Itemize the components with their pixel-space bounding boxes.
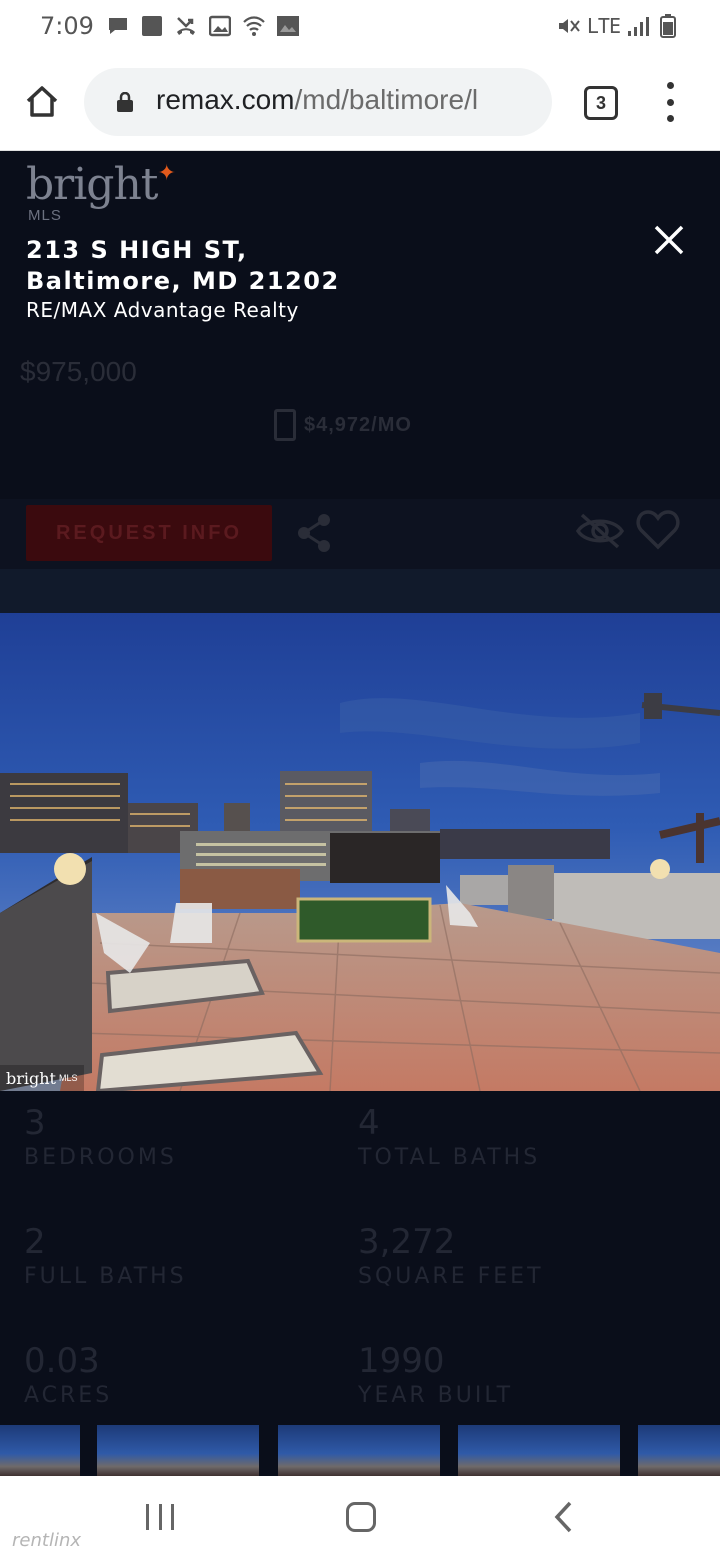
signal-icon [626, 14, 650, 38]
tab-switcher-button[interactable]: 3 [584, 86, 618, 120]
stat-value: 4 [358, 1103, 380, 1143]
stat-value: 0.03 [24, 1341, 100, 1381]
more-dot-icon [666, 115, 674, 122]
close-lightbox-button[interactable] [652, 223, 686, 257]
stat-label: TOTAL BATHS [358, 1145, 541, 1170]
stat-label: BEDROOMS [24, 1145, 177, 1170]
listing-price: $975,000 [20, 356, 137, 387]
request-info-button[interactable]: REQUEST INFO [26, 505, 272, 561]
browser-menu-button[interactable] [658, 82, 682, 122]
back-chevron-icon [554, 1501, 572, 1533]
address-bar[interactable]: remax.com/md/baltimore/l [84, 68, 552, 136]
listing-header: 213 S HIGH ST, Baltimore, MD 21202 RE/MA… [26, 235, 340, 322]
stat-acres: 0.03 ACRES [24, 1341, 112, 1408]
monthly-payment-value: $4,972/MO [304, 413, 412, 436]
url-text: remax.com/md/baltimore/l [156, 84, 478, 116]
wifi-calling-icon [242, 14, 266, 38]
more-dot-icon [666, 98, 674, 106]
rentlinx-watermark: rentlinx [12, 1530, 82, 1551]
system-icons: LTE [557, 14, 680, 38]
more-dot-icon [666, 82, 674, 89]
recents-bar-icon [171, 1504, 174, 1530]
photo-thumbnail[interactable] [458, 1425, 620, 1476]
stat-square-feet: 3,272 SQUARE FEET [358, 1222, 544, 1289]
thumbnail-strip [0, 1425, 720, 1476]
address-line-1: 213 S HIGH ST, [26, 236, 248, 264]
share-icon[interactable] [296, 513, 332, 553]
photo-watermark-brand: bright [6, 1068, 56, 1088]
home-button[interactable] [22, 82, 62, 122]
image-icon [208, 14, 232, 38]
address-line-2: Baltimore, MD 21202 [26, 267, 340, 295]
back-button[interactable] [552, 1500, 576, 1534]
lte-icon: LTE [586, 14, 621, 38]
url-domain: remax.com [156, 84, 295, 115]
mute-icon [557, 14, 581, 38]
photo-thumbnail[interactable] [278, 1425, 440, 1476]
stat-value: 3 [24, 1103, 46, 1143]
recents-bar-icon [158, 1504, 162, 1530]
stat-bedrooms: 3 BEDROOMS [24, 1103, 177, 1170]
photo-thumbnail[interactable] [0, 1425, 80, 1476]
photo-icon [276, 14, 300, 38]
browser-toolbar: remax.com/md/baltimore/l 3 [0, 56, 720, 151]
stat-full-baths: 2 FULL BATHS [24, 1222, 187, 1289]
rooftop-photo [0, 613, 720, 1091]
home-icon [26, 86, 58, 117]
favorite-heart-icon[interactable] [636, 509, 680, 551]
stat-value: 2 [24, 1222, 46, 1262]
recent-apps-button[interactable] [146, 1504, 174, 1532]
stat-year-built: 1990 YEAR BUILT [358, 1341, 513, 1408]
section-band [0, 569, 720, 613]
brand-name: bright [26, 159, 158, 210]
battery-icon [656, 14, 680, 38]
stat-label: FULL BATHS [24, 1264, 187, 1289]
stat-label: ACRES [24, 1383, 113, 1408]
photo-watermark-sub: MLS [58, 1073, 78, 1083]
stat-value: 1990 [358, 1341, 445, 1381]
photo-thumbnail[interactable] [97, 1425, 259, 1476]
stat-total-baths: 4 TOTAL BATHS [358, 1103, 540, 1170]
square-icon [140, 14, 164, 38]
close-icon [654, 225, 684, 255]
system-nav-bar: rentlinx [0, 1476, 720, 1560]
status-bar: 7:09 LTE [0, 0, 720, 56]
listing-agent: RE/MAX Advantage Realty [26, 298, 299, 322]
missed-call-icon [174, 14, 198, 38]
stat-label: YEAR BUILT [358, 1383, 514, 1408]
hide-listing-icon[interactable] [575, 513, 625, 549]
bright-mls-logo: bright✦ MLS [26, 161, 176, 225]
photo-lightbox: $975,000 $4,972/MO REQUEST INFO bright✦ … [0, 151, 720, 1476]
stat-label: SQUARE FEET [358, 1264, 544, 1289]
calculator-icon [274, 409, 296, 441]
monthly-payment[interactable]: $4,972/MO [274, 409, 412, 441]
url-path: /md/baltimore/l [294, 84, 479, 115]
listing-photo[interactable]: bright MLS [0, 613, 720, 1091]
chat-icon [106, 14, 130, 38]
photo-thumbnail[interactable] [638, 1425, 720, 1476]
status-time: 7:09 [40, 12, 94, 40]
notification-icons [106, 14, 300, 38]
photo-watermark: bright MLS [0, 1065, 84, 1091]
recents-bar-icon [146, 1504, 149, 1530]
stat-value: 3,272 [358, 1222, 456, 1262]
home-nav-button[interactable] [346, 1502, 376, 1532]
brand-star-icon: ✦ [157, 161, 175, 186]
lock-icon [116, 91, 134, 112]
